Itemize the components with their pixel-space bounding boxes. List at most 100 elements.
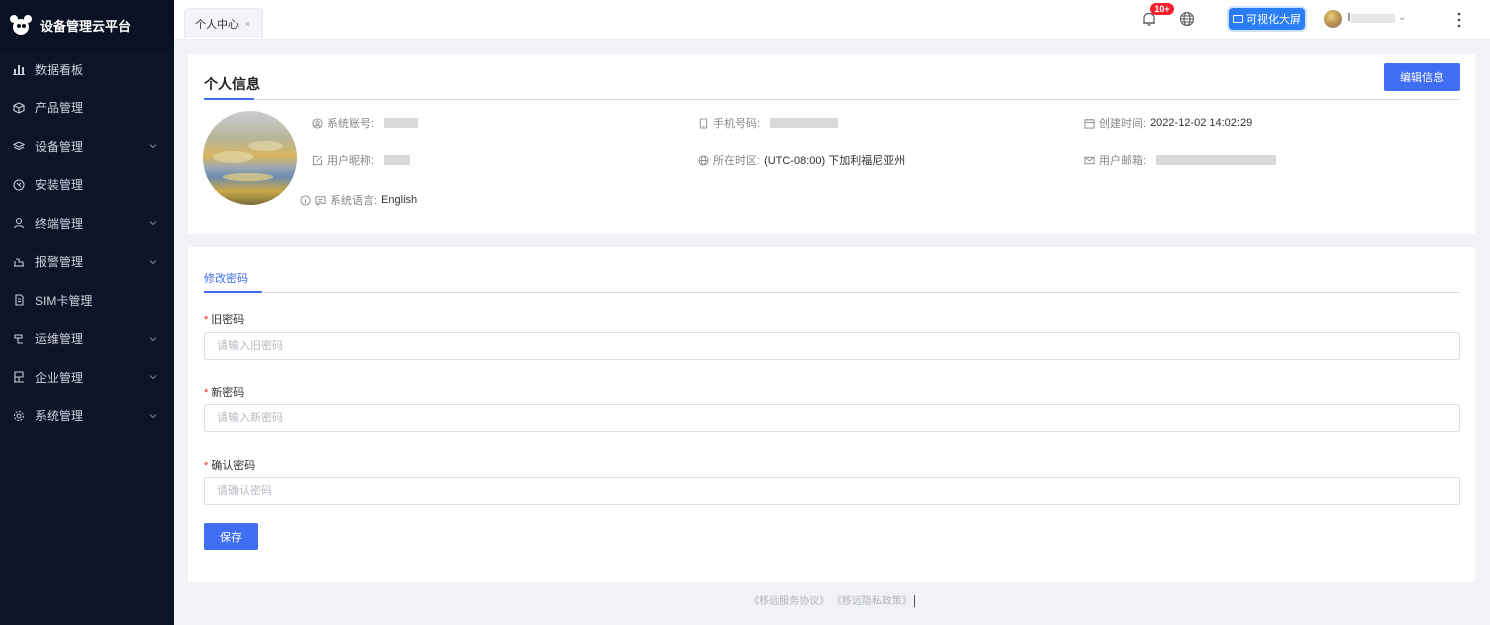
nickname-field: 用户昵称: [312,152,411,168]
more-vertical-icon[interactable] [1456,11,1462,29]
panda-logo-icon [10,14,32,36]
phone-label: 手机号码: [713,118,761,130]
chart-bars-icon [12,62,26,76]
new-password-label: * 新密码 [204,384,244,400]
maintenance-icon [12,332,26,346]
sidebar-item-label: 终端管理 [35,216,84,231]
change-password-card: 修改密码 * 旧密码 * 新密码 * 确认密码 保存 [188,247,1475,582]
sidebar-item-installation[interactable]: 安装管理 [0,166,174,205]
confirm-password-label: * 确认密码 [204,457,255,473]
sidebar-item-label: 设备管理 [35,139,84,154]
old-password-input[interactable] [204,332,1460,360]
chevron-down-icon [149,221,157,226]
personal-info-card: 个人信息 编辑信息 系统账号: 用户昵称: 系统语言: English 手机号码… [188,54,1475,234]
sidebar-item-products[interactable]: 产品管理 [0,89,174,128]
globe-icon[interactable] [1179,11,1195,27]
sim-card-icon [12,293,26,307]
avatar[interactable] [1324,10,1342,28]
mail-icon [1084,156,1095,164]
language-label: 系统语言: [330,195,378,207]
sidebar-item-dashboard[interactable]: 数据看板 [0,50,174,89]
phone-field: 手机号码: [698,115,839,131]
divider [204,99,1460,100]
layers-icon [12,139,26,153]
phone-icon [699,117,708,129]
close-icon[interactable]: × [245,19,250,29]
new-password-label-text: 新密码 [211,387,245,399]
sidebar-item-enterprise[interactable]: 企业管理 [0,358,174,397]
confirm-password-input[interactable] [204,477,1460,505]
top-bar: 个人中心 × 10+ 可视化大屏 ⌄ [174,0,1490,40]
chevron-down-icon [149,375,157,380]
sidebar-item-system[interactable]: 系统管理 [0,397,174,436]
sidebar: 设备管理云平台 数据看板 产品管理 设备管理 安装管理 终端管理 报警管理 SI… [0,0,174,625]
new-password-input[interactable] [204,404,1460,432]
nickname-value-redacted [384,155,411,165]
email-label: 用户邮箱: [1099,155,1147,167]
tab-underline [204,291,262,293]
chevron-down-icon[interactable]: ⌄ [1398,12,1406,23]
chevron-down-icon [149,144,157,149]
timezone-label: 所在时区: [713,155,761,167]
sidebar-item-terminals[interactable]: 终端管理 [0,204,174,243]
gear-icon [12,409,26,423]
tab-label: 个人中心 [195,18,239,31]
account-field: 系统账号: [312,115,419,131]
required-mark: * [204,460,209,472]
monitor-icon [1233,15,1243,23]
user-circle-icon [312,117,323,129]
title-underline [204,98,254,100]
edit-icon [312,155,323,165]
alarm-icon [12,255,26,269]
sidebar-item-label: 产品管理 [35,101,84,116]
info-icon [300,194,311,206]
tab-change-password[interactable]: 修改密码 [204,270,248,286]
email-value-redacted [1156,155,1277,165]
sidebar-item-label: 数据看板 [35,62,84,77]
notification-badge: 10+ [1150,3,1174,15]
chevron-down-icon [149,336,157,341]
privacy-policy-link[interactable]: 《移远隐私政策》 [832,596,912,607]
service-agreement-link[interactable]: 《移远服务协议》 [749,596,829,607]
save-button[interactable]: 保存 [204,523,258,550]
globe-icon [698,154,709,166]
edit-info-button[interactable]: 编辑信息 [1384,63,1460,91]
chevron-down-icon [149,413,157,418]
nickname-label: 用户昵称: [327,155,375,167]
account-label: 系统账号: [327,118,375,130]
sidebar-item-label: 运维管理 [35,332,84,347]
created-label: 创建时间: [1099,118,1147,130]
visual-screen-button[interactable]: 可视化大屏 [1229,8,1305,30]
email-field: 用户邮箱: [1084,152,1277,168]
divider [204,292,1460,293]
calendar-icon [1084,118,1095,129]
user-icon [12,216,26,230]
confirm-password-label-text: 确认密码 [211,460,256,472]
section-title: 个人信息 [204,76,260,92]
visual-screen-label: 可视化大屏 [1246,14,1301,26]
timezone-value: (UTC-08:00) 下加利福尼亚州 [764,155,906,167]
sidebar-item-label: 安装管理 [35,178,84,193]
account-value-redacted [384,118,419,128]
sidebar-item-label: 企业管理 [35,370,84,385]
username-cursor [1348,13,1350,21]
sidebar-item-label: SIM卡管理 [35,293,93,308]
message-icon [315,195,326,206]
sidebar-item-sim[interactable]: SIM卡管理 [0,281,174,320]
sidebar-item-label: 报警管理 [35,255,84,270]
required-mark: * [204,387,209,399]
sidebar-menu: 数据看板 产品管理 设备管理 安装管理 终端管理 报警管理 SIM卡管理 运维管… [0,50,174,435]
building-icon [12,370,26,384]
logo[interactable]: 设备管理云平台 [0,0,174,50]
tab-personal-center[interactable]: 个人中心 × [184,8,264,38]
required-mark: * [204,314,209,326]
old-password-label-text: 旧密码 [211,314,245,326]
sidebar-item-alarms[interactable]: 报警管理 [0,243,174,282]
username-redacted[interactable] [1351,14,1395,23]
sidebar-item-operations[interactable]: 运维管理 [0,320,174,359]
cube-icon [12,101,26,115]
wrench-icon [12,178,26,192]
phone-value-redacted [770,118,839,128]
sidebar-item-devices[interactable]: 设备管理 [0,127,174,166]
old-password-label: * 旧密码 [204,311,244,327]
